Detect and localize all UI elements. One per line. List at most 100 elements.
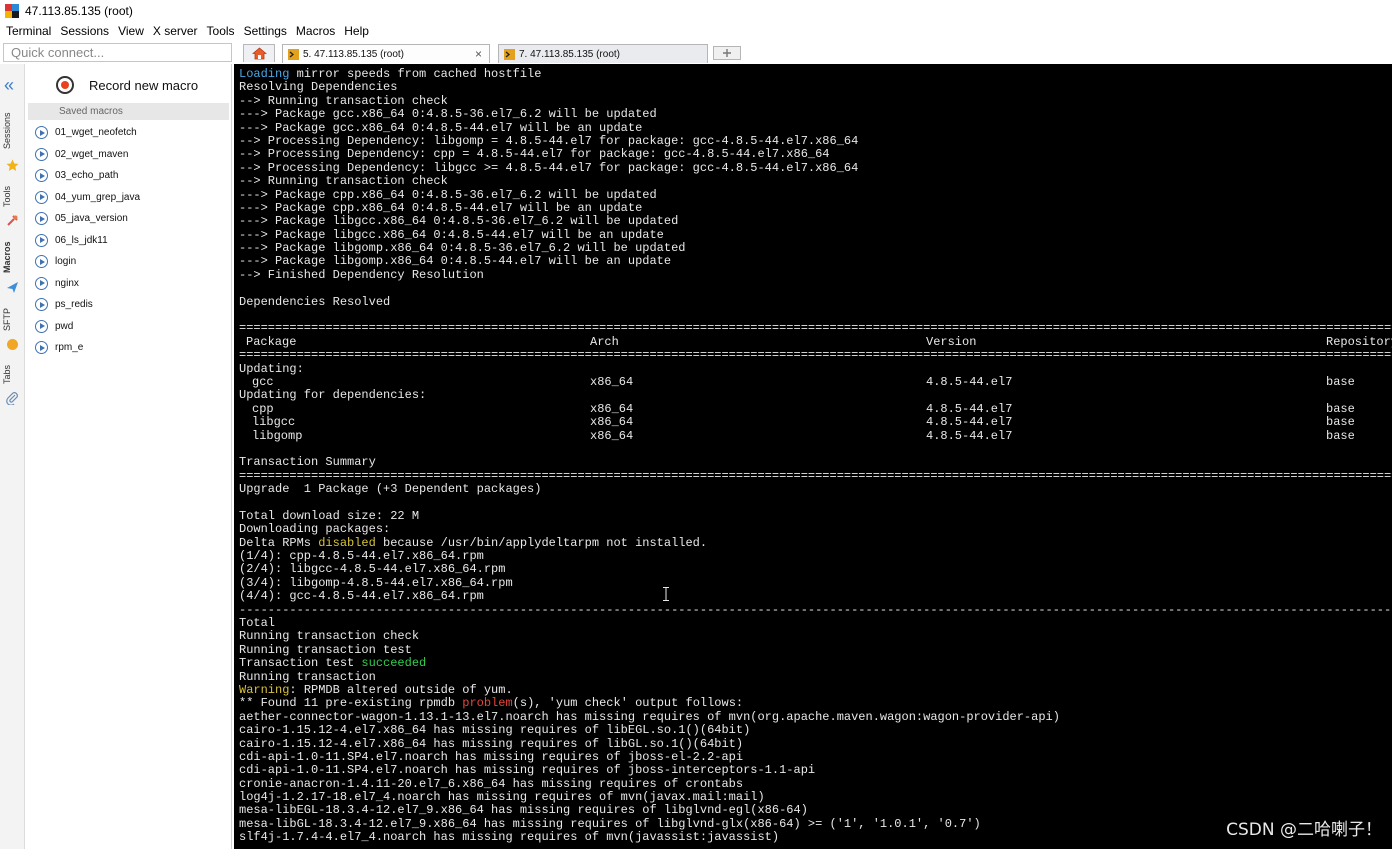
terminal-line: Running transaction check <box>239 630 1392 643</box>
line-text: ** Found 11 pre-existing rpmdb <box>239 696 463 711</box>
side-tab-macros[interactable]: Macros <box>2 236 23 278</box>
terminal-line: --> Finished Dependency Resolution <box>239 268 1392 282</box>
terminal-line: ---> Package gcc.x86_64 0:4.8.5-44.el7 w… <box>239 121 1392 135</box>
terminal-line: Total download size: 22 M <box>239 508 1392 523</box>
terminal-line: cronie-anacron-1.4.11-20.el7_6.x86_64 ha… <box>239 777 1392 791</box>
macro-item[interactable]: 01_wget_neofetch <box>25 122 232 144</box>
terminal-line: Warning: RPMDB altered outside of yum. <box>239 683 1392 697</box>
table-separator: ========================================… <box>239 348 1392 363</box>
saved-macros-header: Saved macros <box>28 103 229 120</box>
line-text: aether-connector-wagon-1.13.1-13.el7.noa… <box>239 709 1060 724</box>
star-icon <box>6 159 19 171</box>
line-text: because /usr/bin/applydeltarpm not insta… <box>375 535 708 550</box>
line-text: mesa-libEGL-18.3.4-12.el7_9.x86_64 has m… <box>239 803 808 818</box>
terminal-line: ========================================… <box>239 322 1392 335</box>
macro-name: 02_wget_maven <box>55 148 129 160</box>
macro-name: nginx <box>55 277 79 289</box>
tab-session-7[interactable]: 7. 47.113.85.135 (root) <box>498 44 708 63</box>
line-text: mirror speeds from cached hostfile <box>289 67 542 81</box>
home-tab[interactable] <box>243 44 275 62</box>
macro-list: 01_wget_neofetch 02_wget_maven 03_echo_p… <box>25 122 232 359</box>
line-text: ---> Package libgcc.x86_64 0:4.8.5-36.el… <box>239 214 679 229</box>
menu-settings[interactable]: Settings <box>244 24 287 38</box>
macro-item[interactable]: 05_java_version <box>25 208 232 230</box>
play-icon <box>35 276 48 290</box>
play-icon <box>35 341 48 355</box>
menu-x-server[interactable]: X server <box>153 24 198 38</box>
line-text: ----------------------------------------… <box>239 602 1392 617</box>
cell-arch: x86_64 <box>590 374 634 389</box>
line-text: --> Running transaction check <box>239 93 448 108</box>
cell-arch: x86_64 <box>590 428 634 443</box>
macro-item[interactable]: login <box>25 251 232 273</box>
terminal-line: cairo-1.15.12-4.el7.x86_64 has missing r… <box>239 736 1392 751</box>
terminal-line: mesa-libGL-18.3.4-12.el7_9.x86_64 has mi… <box>239 817 1392 831</box>
deps-label: Updating for dependencies: <box>239 388 427 403</box>
new-tab-button[interactable] <box>713 46 741 60</box>
line-text: --> Processing Dependency: libgomp = 4.8… <box>239 133 859 148</box>
line-text: ---> Package libgomp.x86_64 0:4.8.5-36.e… <box>239 241 686 256</box>
macro-item[interactable]: 06_ls_jdk11 <box>25 230 232 252</box>
menu-view[interactable]: View <box>118 24 144 38</box>
macro-name: 01_wget_neofetch <box>55 127 137 139</box>
macro-name: ps_redis <box>55 299 93 311</box>
line-text: Total download size: 22 M <box>239 508 420 523</box>
line-text: slf4j-1.7.4-4.el7_4.noarch has missing r… <box>239 830 780 845</box>
terminal-line: Running transaction test <box>239 643 1392 657</box>
quick-connect-input[interactable] <box>3 43 232 62</box>
table-row: gcc x86_64 4.8.5-44.el7 base <box>239 374 1392 389</box>
line-text: ========================================… <box>239 468 1392 483</box>
terminal-line: --> Processing Dependency: cpp = 4.8.5-4… <box>239 148 1392 161</box>
menu-tools[interactable]: Tools <box>207 24 235 38</box>
menu-terminal[interactable]: Terminal <box>6 24 51 38</box>
terminal-line: Running transaction <box>239 670 1392 684</box>
terminal-line: Resolving Dependencies <box>239 81 1392 94</box>
macro-item[interactable]: 03_echo_path <box>25 165 232 187</box>
line-text: --> Running transaction check <box>239 174 448 189</box>
terminal-line: ---> Package gcc.x86_64 0:4.8.5-36.el7_6… <box>239 107 1392 121</box>
terminal-line: ---> Package libgomp.x86_64 0:4.8.5-36.e… <box>239 241 1392 256</box>
terminal-line: --> Running transaction check <box>239 93 1392 108</box>
side-tab-sessions[interactable]: Sessions <box>2 108 23 154</box>
cell-arch: x86_64 <box>590 401 634 416</box>
terminal-tab-icon <box>504 48 515 60</box>
macro-item[interactable]: 04_yum_grep_java <box>25 187 232 209</box>
macro-item[interactable]: ps_redis <box>25 294 232 316</box>
cell-version: 4.8.5-44.el7 <box>926 374 1013 389</box>
macro-item[interactable]: 02_wget_maven <box>25 144 232 166</box>
line-text: Total <box>239 616 276 631</box>
play-icon <box>35 126 48 140</box>
line-text: cairo-1.15.12-4.el7.x86_64 has missing r… <box>239 736 744 751</box>
record-macro-button[interactable]: Record new macro <box>25 72 232 98</box>
table-row: cpp x86_64 4.8.5-44.el7 base <box>239 401 1392 416</box>
macro-item[interactable]: rpm_e <box>25 337 232 359</box>
menu-help[interactable]: Help <box>344 24 369 38</box>
cell-repo: base <box>1326 374 1355 389</box>
dependency-rows: cpp x86_64 4.8.5-44.el7 base libgcc x86_64 4.8… <box>239 401 1392 443</box>
side-tab-sftp[interactable]: SFTP <box>2 304 23 334</box>
tab-session-5[interactable]: 5. 47.113.85.135 (root) × <box>282 44 490 63</box>
window-title: 47.113.85.135 (root) <box>25 4 133 18</box>
side-tab-tabs[interactable]: Tabs <box>2 360 23 388</box>
side-tab-tools[interactable]: Tools <box>2 180 23 212</box>
close-icon[interactable]: × <box>475 47 482 61</box>
menu-macros[interactable]: Macros <box>296 24 335 38</box>
line-text: ========================================… <box>239 321 1392 336</box>
line-text: cdi-api-1.0-11.SP4.el7.noarch has missin… <box>239 763 816 778</box>
tab-label: 5. 47.113.85.135 (root) <box>303 48 404 60</box>
macro-item[interactable]: pwd <box>25 316 232 338</box>
terminal-output[interactable]: Loading mirror speeds from cached hostfi… <box>234 64 1392 849</box>
side-tab-strip: « Sessions Tools Macros SFTP Tabs <box>0 64 25 849</box>
terminal-line: Transaction test succeeded <box>239 656 1392 670</box>
collapse-panel-icon[interactable]: « <box>4 76 14 94</box>
macro-item[interactable]: nginx <box>25 273 232 295</box>
line-text: (2/4): libgcc-4.8.5-44.el7.x86_64.rpm <box>239 562 506 577</box>
app-icon <box>5 4 19 18</box>
menu-sessions[interactable]: Sessions <box>60 24 109 38</box>
play-icon <box>35 319 48 333</box>
terminal-block-resolve: Loading mirror speeds from cached hostfi… <box>239 67 1392 336</box>
line-text: Dependencies Resolved <box>239 294 391 309</box>
play-icon <box>35 233 48 247</box>
highlighted-word: problem <box>462 696 513 711</box>
